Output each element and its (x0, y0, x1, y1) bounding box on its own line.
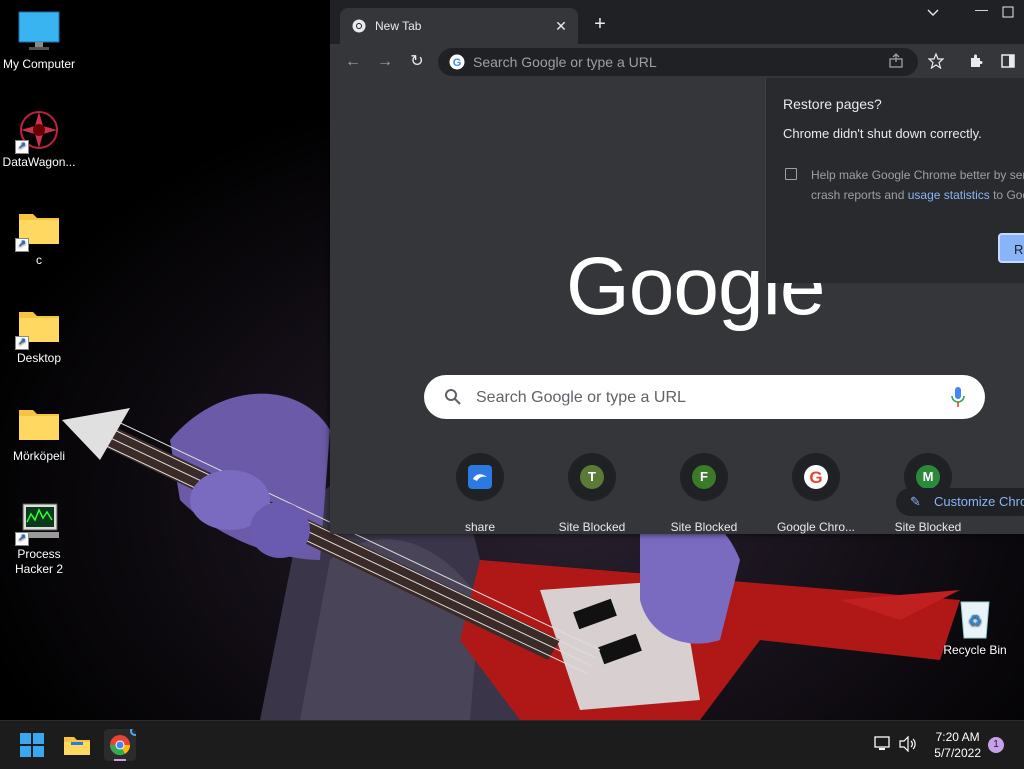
restore-message: Chrome didn't shut down correctly. (783, 126, 982, 141)
search-box[interactable]: Search Google or type a URL (424, 375, 985, 419)
chrome-toolbar: ← → ↻ G Search Google or type a URL (330, 44, 1024, 80)
shortcut-icon-circle: F (680, 453, 728, 501)
svg-text:G: G (453, 57, 462, 69)
shortcut-arrow-icon: ↗ (15, 336, 29, 350)
chrome-titlebar: New Tab ✕ + — (330, 0, 1024, 44)
letter-avatar-icon: F (692, 465, 716, 489)
folder-icon: ↗ (15, 206, 61, 252)
google-g-icon: G (449, 54, 465, 70)
back-arrow-icon[interactable]: ← (342, 52, 364, 72)
tab-title: New Tab (375, 19, 422, 33)
shortcut-icon-circle (456, 453, 504, 501)
shortcut-tile[interactable]: share (424, 453, 536, 534)
network-icon[interactable] (874, 736, 892, 755)
desktop-icon-process-hacker[interactable]: ↗ Process Hacker 2 (0, 500, 78, 577)
datawagon-icon: ↗ (15, 108, 61, 154)
shortcut-tile[interactable]: T Site Blocked (536, 453, 648, 534)
desktop-icon-my-computer[interactable]: My Computer (0, 10, 78, 72)
desktop-icon-desktop-folder[interactable]: ↗ Desktop (0, 304, 78, 366)
volume-icon[interactable] (899, 735, 917, 755)
notification-badge[interactable]: 1 (988, 737, 1004, 753)
clock-date: 5/7/2022 (934, 746, 981, 760)
shortcut-label: Site Blocked (558, 520, 626, 534)
desktop-icon-label: Process Hacker 2 (14, 547, 64, 576)
tab-close-icon[interactable]: ✕ (552, 17, 570, 35)
forward-arrow-icon[interactable]: → (374, 52, 396, 72)
restore-button[interactable]: Re (998, 233, 1024, 263)
desktop-icon-label: Mörköpeli (12, 449, 66, 463)
recycle-bin-icon: ♻ (953, 596, 997, 640)
customize-label: Customize Chro (934, 494, 1024, 509)
desktop-icon-c-folder[interactable]: ↗ c (0, 206, 78, 268)
pencil-icon: ✎ (910, 494, 921, 509)
google-g-icon: G (804, 465, 828, 489)
microphone-icon[interactable] (951, 386, 965, 413)
shortcut-icon-circle: T (568, 453, 616, 501)
monitor-icon (17, 10, 61, 54)
reload-icon[interactable]: ↻ (406, 52, 428, 72)
svg-text:G: G (809, 468, 822, 487)
chrome-window: New Tab ✕ + — ← → ↻ G Search Google or t… (330, 0, 1024, 534)
letter-avatar-icon: T (580, 465, 604, 489)
help-line-1: Help make Google Chrome better by ser (811, 168, 1024, 182)
restore-heading: Restore pages? (783, 96, 882, 112)
taskbar: 7:20 AM 5/7/2022 1 (0, 720, 1024, 769)
desktop-icon-morkopeli[interactable]: Mörköpeli (0, 402, 78, 464)
side-panel-icon[interactable] (1000, 53, 1016, 74)
shortcut-arrow-icon: ↗ (15, 238, 29, 252)
shortcut-label: Google Chro... (776, 520, 856, 534)
shortcut-label: share (464, 520, 496, 534)
tab-search-chevron-icon[interactable] (927, 6, 939, 21)
bookmark-star-icon[interactable] (927, 52, 945, 74)
desktop-icon-label: DataWagon... (2, 155, 76, 169)
desktop-icon-label: c (36, 253, 42, 267)
search-icon (444, 388, 462, 411)
folder-icon (17, 402, 61, 446)
desktop-icon-label: My Computer (2, 57, 76, 71)
letter-avatar-icon: M (916, 465, 940, 489)
new-tab-button[interactable]: + (590, 14, 610, 34)
customize-chrome-button[interactable]: ✎ Customize Chro (896, 488, 1024, 516)
chrome-taskbar-icon[interactable] (104, 726, 140, 761)
omnibox[interactable]: G Search Google or type a URL (438, 48, 918, 76)
desktop-icon-recycle-bin[interactable]: ♻ Recycle Bin (936, 596, 1014, 658)
desktop-icon-datawagon[interactable]: ↗ DataWagon... (0, 108, 78, 170)
omnibox-placeholder: Search Google or type a URL (473, 54, 657, 70)
shortcut-tile[interactable]: G Google Chro... (760, 453, 872, 534)
process-hacker-icon: ↗ (15, 500, 61, 546)
clock-time: 7:20 AM (935, 730, 980, 744)
start-windows-icon[interactable] (16, 729, 48, 761)
maximize-button[interactable] (1002, 6, 1014, 21)
shortcut-label: Site Blocked (894, 520, 962, 534)
desktop-icon-label: Desktop (16, 351, 62, 365)
share-icon[interactable] (888, 53, 904, 74)
shortcut-arrow-icon: ↗ (15, 140, 29, 154)
restore-pages-bubble: Restore pages? Chrome didn't shut down c… (765, 78, 1024, 283)
minimize-button[interactable]: — (975, 2, 988, 17)
help-improve-text: Help make Google Chrome better by ser cr… (811, 165, 1024, 205)
folder-icon: ↗ (15, 304, 61, 350)
shortcut-label: Site Blocked (670, 520, 738, 534)
help-improve-checkbox[interactable] (785, 168, 797, 180)
shortcut-tile[interactable]: F Site Blocked (648, 453, 760, 534)
file-explorer-icon[interactable] (61, 729, 93, 761)
desktop-icon-label: Recycle Bin (943, 643, 1007, 657)
tab-new-tab[interactable]: New Tab ✕ (340, 8, 578, 44)
help-line-2-suffix: to Goo (993, 188, 1024, 202)
search-placeholder: Search Google or type a URL (476, 389, 686, 406)
shortcut-arrow-icon: ↗ (15, 532, 29, 546)
extensions-puzzle-icon[interactable] (968, 53, 984, 74)
svg-text:♻: ♻ (968, 611, 982, 630)
help-line-2-prefix: crash reports and (811, 188, 908, 202)
share-app-icon (468, 465, 492, 489)
usage-statistics-link[interactable]: usage statistics (908, 188, 990, 202)
taskbar-clock[interactable]: 7:20 AM 5/7/2022 (934, 729, 981, 761)
shortcut-icon-circle: G (792, 453, 840, 501)
chrome-favicon-icon (352, 19, 366, 33)
